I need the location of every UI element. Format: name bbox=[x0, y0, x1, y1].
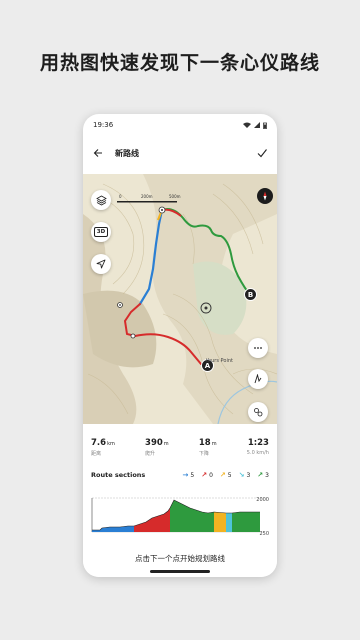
scale-label-200: 200m bbox=[141, 194, 153, 199]
route-sections[interactable]: Route sections → 5 ↗ 0 ↗ 5 ↘ 3 ↗ 3 bbox=[83, 457, 277, 479]
descent-label: 下降 bbox=[198, 451, 209, 457]
more-icon bbox=[254, 347, 262, 349]
scale-bar bbox=[117, 201, 177, 203]
signal-icon bbox=[254, 122, 260, 128]
navigation-arrow-icon bbox=[96, 259, 106, 269]
scale-label-500: 500m bbox=[169, 194, 181, 199]
section-steep-up: ↗ 0 bbox=[201, 471, 213, 479]
layers-icon bbox=[95, 195, 107, 205]
section-gentle-count: 3 bbox=[265, 471, 269, 479]
down-arrow-icon: ↘ bbox=[238, 471, 245, 479]
section-flat-count: 5 bbox=[190, 471, 195, 479]
battery-icon bbox=[263, 122, 267, 129]
route-stats: 7.6km 距离 390m 爬升 18m 下降 1:23 5.0 km/h bbox=[83, 424, 277, 457]
stat-distance: 7.6km 距离 bbox=[91, 438, 115, 457]
back-button[interactable] bbox=[91, 146, 105, 160]
3d-label: 3D bbox=[94, 227, 108, 237]
confirm-button[interactable] bbox=[255, 146, 269, 160]
section-flat: → 5 bbox=[182, 471, 194, 479]
check-icon bbox=[257, 149, 267, 158]
route-settings-icon bbox=[254, 408, 263, 417]
route-summary-sheet: 7.6km 距离 390m 爬升 18m 下降 1:23 5.0 km/h Ro… bbox=[83, 424, 277, 577]
3d-button[interactable]: 3D bbox=[91, 222, 111, 242]
compass-icon bbox=[263, 191, 267, 201]
up-arrow-icon: ↗ bbox=[219, 471, 226, 479]
section-steep-up-count: 0 bbox=[209, 471, 213, 479]
duration-value: 1:23 bbox=[247, 438, 269, 448]
ascent-label: 爬升 bbox=[145, 451, 156, 457]
draw-route-button[interactable] bbox=[248, 369, 268, 389]
scale-label-0: 0 bbox=[119, 194, 122, 199]
promo-title: 用热图快速发现下一条心仪路线 bbox=[39, 52, 320, 74]
status-icons bbox=[243, 122, 267, 129]
locate-button[interactable] bbox=[91, 254, 111, 274]
elevation-profile[interactable] bbox=[90, 494, 270, 534]
end-marker-b[interactable]: B bbox=[244, 288, 257, 301]
more-button[interactable] bbox=[248, 338, 268, 358]
section-up-count: 5 bbox=[227, 471, 232, 479]
gentle-arrow-icon: ↗ bbox=[257, 471, 264, 479]
section-gentle: ↗ 3 bbox=[257, 471, 269, 479]
app-bar: 新路线 bbox=[83, 140, 277, 166]
place-label: thurs Point bbox=[206, 358, 233, 364]
compass-button[interactable] bbox=[257, 188, 273, 204]
steep-up-arrow-icon: ↗ bbox=[201, 471, 208, 479]
descent-unit: m bbox=[211, 441, 217, 447]
home-indicator bbox=[150, 570, 210, 573]
ascent-value: 390 bbox=[145, 438, 163, 448]
draw-route-icon bbox=[254, 374, 262, 384]
phone-frame: 19:36 新路线 A B 0 200m 500m thurs Point 3D… bbox=[83, 114, 277, 577]
descent-value: 18 bbox=[198, 438, 211, 448]
back-arrow-icon bbox=[93, 149, 102, 157]
status-bar: 19:36 bbox=[83, 114, 277, 136]
page-title: 新路线 bbox=[115, 148, 139, 158]
layers-button[interactable] bbox=[91, 190, 111, 210]
section-down: ↘ 3 bbox=[239, 471, 251, 479]
stat-ascent: 390m 爬升 bbox=[145, 438, 169, 457]
planning-hint: 点击下一个点开始规划路线 bbox=[135, 554, 225, 563]
map-view[interactable]: A B 0 200m 500m thurs Point 3D bbox=[83, 174, 277, 424]
profile-max-label: 2000 bbox=[256, 497, 269, 503]
route-settings-button[interactable] bbox=[248, 402, 268, 422]
profile-min-label: 250 bbox=[259, 531, 269, 537]
section-up: ↗ 5 bbox=[220, 471, 232, 479]
ascent-unit: m bbox=[163, 441, 169, 447]
route-sections-label: Route sections bbox=[91, 471, 146, 479]
stat-descent: 18m 下降 bbox=[199, 438, 217, 457]
stat-duration: 1:23 5.0 km/h bbox=[247, 438, 269, 457]
speed-label: 5.0 km/h bbox=[246, 450, 269, 456]
distance-unit: km bbox=[107, 441, 115, 447]
section-down-count: 3 bbox=[246, 471, 251, 479]
status-time: 19:36 bbox=[93, 121, 114, 129]
distance-value: 7.6 bbox=[91, 438, 107, 448]
distance-label: 距离 bbox=[91, 451, 102, 457]
wifi-icon bbox=[243, 122, 251, 128]
flat-arrow-icon: → bbox=[182, 471, 189, 479]
